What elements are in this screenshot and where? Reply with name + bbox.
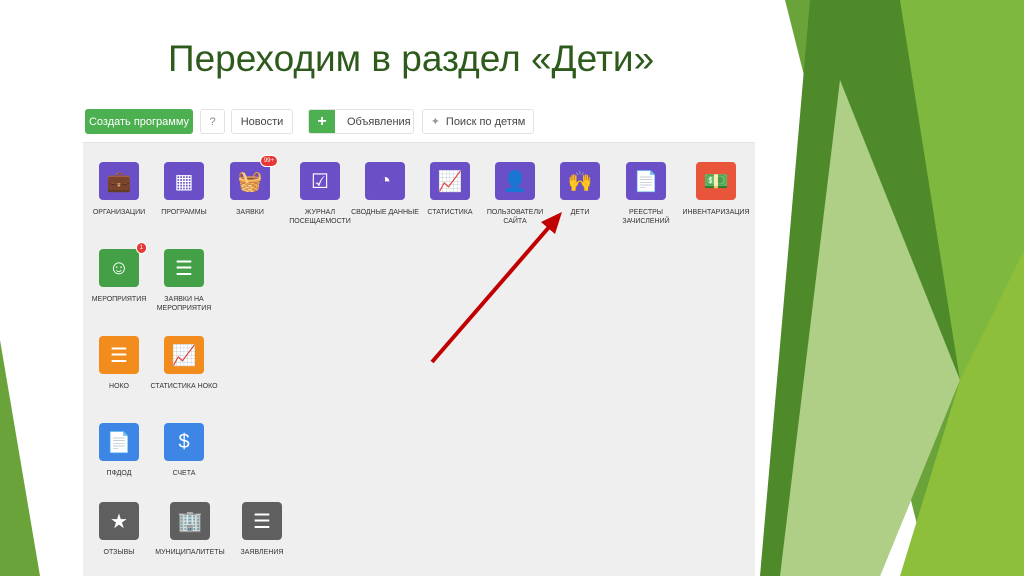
tile-label: Мероприятия [91,296,147,303]
chart-icon: 📈 [164,336,204,374]
search-kids-label: Поиск по детям [445,115,526,128]
tile-7[interactable]: 🙌 Дети [544,162,616,217]
ads-label: Объявления [347,115,411,128]
tile-4[interactable]: ◔ Сводные данные [349,162,421,217]
icon-glyph: 💵 [703,170,729,193]
tile-17[interactable]: 🏢 Муниципалитеты [154,502,226,557]
tile-12[interactable]: ☰ НОКО [83,336,155,391]
tile-label: ПФДОД [106,470,132,477]
icon-glyph: ◔ [378,169,392,192]
basket-icon: 🧺 99+ [230,155,278,200]
tile-label: Реестры зачислений [622,209,670,225]
icon-glyph: ☰ [175,257,193,280]
icon-glyph: 💼 [106,170,132,193]
child-icon: 🙌 [560,162,600,200]
tile-2[interactable]: 🧺 99+ Заявки [214,155,286,217]
calendar-icon: ▦ [164,162,204,200]
tile-label: Заявления [240,549,284,556]
gauge-icon: ◔ [365,162,405,200]
tile-label: Статистика [427,209,473,216]
list-icon: ☰ [99,336,139,374]
tile-10[interactable]: ☺ 1 Мероприятия [83,242,155,304]
tile-1[interactable]: ▦ Программы [148,162,220,217]
tile-label: Инвентаризация [682,209,750,216]
icon-glyph: 📈 [171,344,197,367]
certificate-icon: 📄 [99,423,139,461]
tile-label: Организации [92,209,146,216]
app-screenshot: Создать программу ? Новости + Объявления… [83,103,755,576]
certificate-icon: 📄 [626,162,666,200]
list-icon: ☰ [164,249,204,287]
create-program-button[interactable]: Создать программу [85,109,193,134]
tile-label: Пользователи сайта [486,209,544,225]
icon-glyph: 🙌 [567,170,593,193]
list-icon: ☰ [242,502,282,540]
icon-glyph: 🧺 [237,170,263,193]
building-icon: 🏢 [170,502,210,540]
tile-15[interactable]: $ Счета [148,423,220,478]
smile-icon: ☺ 1 [99,242,147,287]
chart-icon: 📈 [430,162,470,200]
notification-badge: 99+ [259,155,278,167]
notification-badge: 1 [135,242,147,254]
tile-14[interactable]: 📄 ПФДОД [83,423,155,478]
calendar-check-icon: ☑ [300,162,340,200]
plus-icon: + [309,110,335,133]
tile-label: Муниципалитеты [155,549,225,556]
child-icon: ✦ [430,116,440,128]
tile-label: Сводные данные [351,209,419,216]
invoice-icon: $ [164,423,204,461]
money-icon: 💵 [696,162,736,200]
tile-13[interactable]: 📈 Статистика НОКО [148,336,220,391]
tile-18[interactable]: ☰ Заявления [226,502,298,557]
ads-button[interactable]: + Объявления [308,109,414,134]
icon-glyph: ☰ [253,510,271,533]
slide-title: Переходим в раздел «Дети» [168,38,655,79]
tile-11[interactable]: ☰ Заявки на мероприятия [148,249,220,313]
news-button[interactable]: Новости [231,109,293,134]
icon-glyph: ▦ [174,170,194,193]
icon-glyph: ★ [110,510,128,533]
icon-glyph: 📄 [633,170,659,193]
tile-0[interactable]: 💼 Организации [83,162,155,217]
tile-5[interactable]: 📈 Статистика [414,162,486,217]
user-icon: 👤 [495,162,535,200]
icon-glyph: ☺ [108,256,130,279]
tile-label: Журнал посещаемости [289,209,351,225]
icon-glyph: $ [178,430,190,453]
tile-label: Счета [172,470,196,477]
tile-label: Программы [161,209,207,216]
tile-9[interactable]: 💵 Инвентаризация [680,162,752,217]
briefcase-icon: 💼 [99,162,139,200]
tile-3[interactable]: ☑ Журнал посещаемости [284,162,356,226]
search-kids-button[interactable]: ✦ Поиск по детям [422,109,534,134]
tile-label: НОКО [109,383,129,390]
toolbar: Создать программу ? Новости + Объявления… [83,103,755,143]
icon-glyph: 📄 [106,431,132,454]
tile-label: Отзывы [103,549,135,556]
tile-label: Статистика НОКО [150,383,218,390]
icon-glyph: ☑ [311,170,329,193]
help-button[interactable]: ? [200,109,225,134]
icon-glyph: 👤 [502,170,528,193]
tile-16[interactable]: ★ Отзывы [83,502,155,557]
tile-8[interactable]: 📄 Реестры зачислений [610,162,682,226]
icon-glyph: 🏢 [177,510,203,533]
tile-label: Заявки на мероприятия [156,296,212,312]
tile-label: Дети [570,209,590,216]
star-icon: ★ [99,502,139,540]
tile-label: Заявки [236,209,264,216]
tile-6[interactable]: 👤 Пользователи сайта [479,162,551,226]
icon-glyph: 📈 [437,170,463,193]
icon-glyph: ☰ [110,344,128,367]
